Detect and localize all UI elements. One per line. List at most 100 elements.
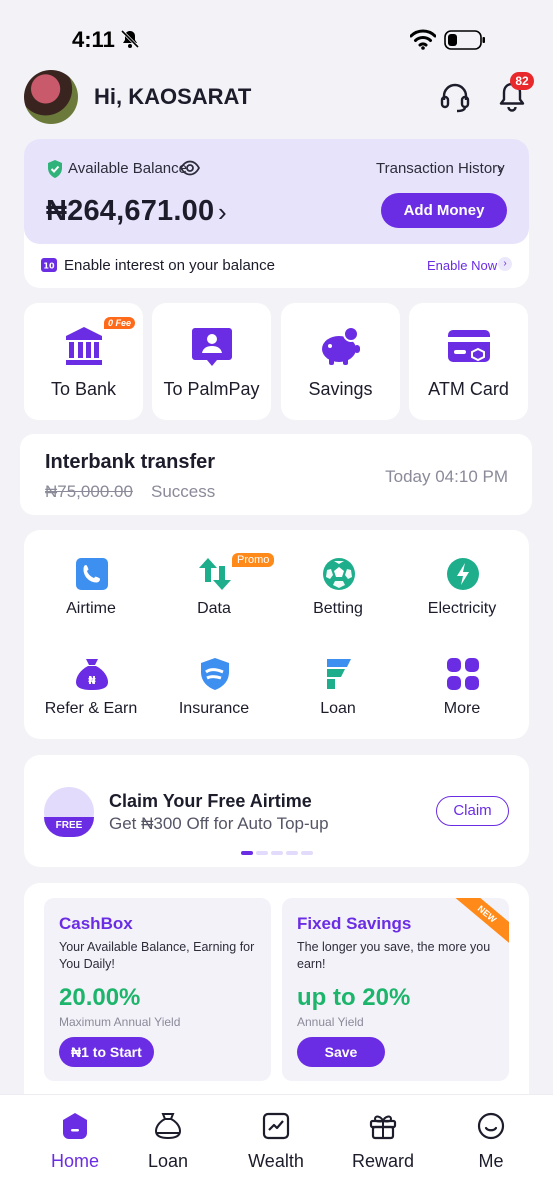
- savings-note: Annual Yield: [297, 1015, 364, 1029]
- bell-mute-icon: [120, 29, 140, 49]
- chevron-right-icon: ›: [498, 160, 503, 177]
- service-label: Airtime: [66, 600, 116, 617]
- savings-button[interactable]: Savings: [281, 303, 400, 420]
- add-money-button[interactable]: Add Money: [381, 193, 507, 228]
- betting-button[interactable]: Betting: [276, 556, 400, 646]
- savings-title: CashBox: [59, 914, 133, 933]
- soccer-ball-icon: [323, 558, 355, 590]
- carousel-dot: [301, 851, 313, 855]
- service-label: Betting: [313, 600, 363, 617]
- balance-section: Available Balance Transaction History › …: [24, 139, 529, 288]
- chevron-right-icon[interactable]: ›: [218, 197, 227, 228]
- eye-icon[interactable]: [180, 159, 200, 177]
- service-label: Loan: [320, 700, 356, 717]
- nav-label: Loan: [147, 1151, 189, 1171]
- banner-subtitle: Get ₦300 Off for Auto Top-up: [109, 814, 329, 833]
- svg-text:10: 10: [43, 262, 55, 271]
- money-bag-icon: ₦: [76, 659, 108, 690]
- claim-button[interactable]: Claim: [436, 796, 509, 826]
- nav-me[interactable]: Me: [436, 1111, 546, 1181]
- battery-icon: [444, 30, 485, 50]
- carousel-indicator: [241, 851, 321, 855]
- nav-reward[interactable]: Reward: [328, 1111, 438, 1181]
- gift-icon: [369, 1115, 397, 1140]
- loan-icon: [327, 659, 351, 689]
- service-label: More: [443, 700, 481, 717]
- savings-note: Maximum Annual Yield: [59, 1015, 181, 1029]
- banner-title: Claim Your Free Airtime: [109, 791, 312, 811]
- status-bar: 4:11: [0, 0, 553, 70]
- bank-icon: [66, 327, 102, 365]
- status-time: 4:11: [72, 27, 115, 52]
- svg-text:₦: ₦: [88, 674, 96, 687]
- nav-label: Me: [478, 1151, 504, 1171]
- data-arrows-icon: [199, 558, 231, 590]
- fixed-savings-card[interactable]: Fixed Savings The longer you save, the m…: [282, 898, 509, 1081]
- cashbox-card[interactable]: CashBox Your Available Balance, Earning …: [44, 898, 271, 1081]
- wifi-icon: [410, 29, 436, 50]
- carousel-dot: [286, 851, 298, 855]
- airtime-button[interactable]: Airtime: [29, 556, 153, 646]
- quick-action-label: To Bank: [50, 379, 117, 399]
- savings-rate: 20.00%: [59, 984, 141, 1011]
- notification-badge: 82: [510, 72, 534, 90]
- to-palmpay-button[interactable]: To PalmPay: [152, 303, 271, 420]
- bottom-navigation: Home Loan Wealth Reward Me: [0, 1094, 553, 1200]
- interest-icon: 10: [41, 258, 57, 272]
- loan-button[interactable]: Loan: [276, 656, 400, 746]
- more-button[interactable]: More: [400, 656, 524, 746]
- enable-now-link[interactable]: Enable Now: [427, 258, 497, 273]
- available-balance-label: Available Balance: [68, 160, 187, 177]
- headset-icon[interactable]: [438, 80, 472, 114]
- savings-section: CashBox Your Available Balance, Earning …: [24, 883, 529, 1098]
- quick-action-label: Savings: [308, 379, 373, 399]
- shield-check-icon: [48, 160, 62, 178]
- header: Hi, KAOSARAT 82: [0, 68, 553, 126]
- nav-loan[interactable]: Loan: [113, 1111, 223, 1181]
- smiley-icon: [477, 1112, 505, 1140]
- data-button[interactable]: Data: [152, 556, 276, 646]
- savings-description: Your Available Balance, Earning for You …: [59, 940, 255, 971]
- save-button[interactable]: Save: [297, 1037, 385, 1067]
- service-label: Electricity: [427, 600, 497, 617]
- quick-action-label: ATM Card: [428, 379, 509, 399]
- avatar[interactable]: [24, 70, 78, 124]
- transaction-history-link[interactable]: Transaction History: [376, 160, 505, 177]
- to-bank-button[interactable]: 0 Fee To Bank: [24, 303, 143, 420]
- carousel-dot: [256, 851, 268, 855]
- services-grid: Airtime Data Betting Electricity Promo ₦…: [24, 530, 529, 739]
- insurance-shield-icon: [201, 658, 229, 690]
- transaction-amount: ₦75,000.00: [45, 482, 133, 501]
- home-icon: [63, 1113, 87, 1139]
- service-label: Refer & Earn: [44, 700, 138, 717]
- interest-prompt: Enable interest on your balance: [64, 257, 275, 274]
- transaction-title: Interbank transfer: [45, 451, 216, 473]
- atm-card-button[interactable]: ATM Card: [409, 303, 528, 420]
- balance-card: Available Balance Transaction History › …: [24, 139, 529, 244]
- transaction-status: Success: [151, 482, 216, 501]
- promo-badge: Promo: [232, 553, 275, 567]
- greeting: Hi, KAOSARAT: [94, 84, 252, 109]
- electricity-button[interactable]: Electricity: [400, 556, 524, 646]
- chart-icon: [262, 1112, 290, 1140]
- balance-amount: ₦264,671.00: [46, 195, 215, 227]
- transaction-time: Today 04:10 PM: [385, 467, 508, 486]
- nav-wealth[interactable]: Wealth: [221, 1111, 331, 1181]
- grid-icon: [447, 658, 479, 690]
- service-label: Insurance: [178, 700, 250, 717]
- piggy-bank-icon: [322, 326, 360, 365]
- chevron-right-icon[interactable]: ›: [498, 257, 512, 271]
- credit-card-icon: [448, 330, 490, 362]
- insurance-button[interactable]: Insurance: [152, 656, 276, 746]
- savings-rate: up to 20%: [297, 984, 411, 1011]
- carousel-dot-active: [241, 851, 253, 855]
- money-bag-icon: [154, 1113, 182, 1140]
- zero-fee-badge: 0 Fee: [104, 317, 136, 329]
- lightning-icon: [447, 558, 479, 590]
- start-cashbox-button[interactable]: ₦1 to Start: [59, 1037, 154, 1067]
- quick-action-label: To PalmPay: [163, 379, 260, 399]
- claim-airtime-banner[interactable]: FREE Claim Your Free Airtime Get ₦300 Of…: [24, 755, 529, 867]
- savings-description: The longer you save, the more you earn!: [297, 940, 491, 971]
- refer-earn-button[interactable]: ₦ Refer & Earn: [29, 656, 153, 746]
- recent-transaction-card[interactable]: Interbank transfer ₦75,000.00 Success To…: [20, 434, 532, 515]
